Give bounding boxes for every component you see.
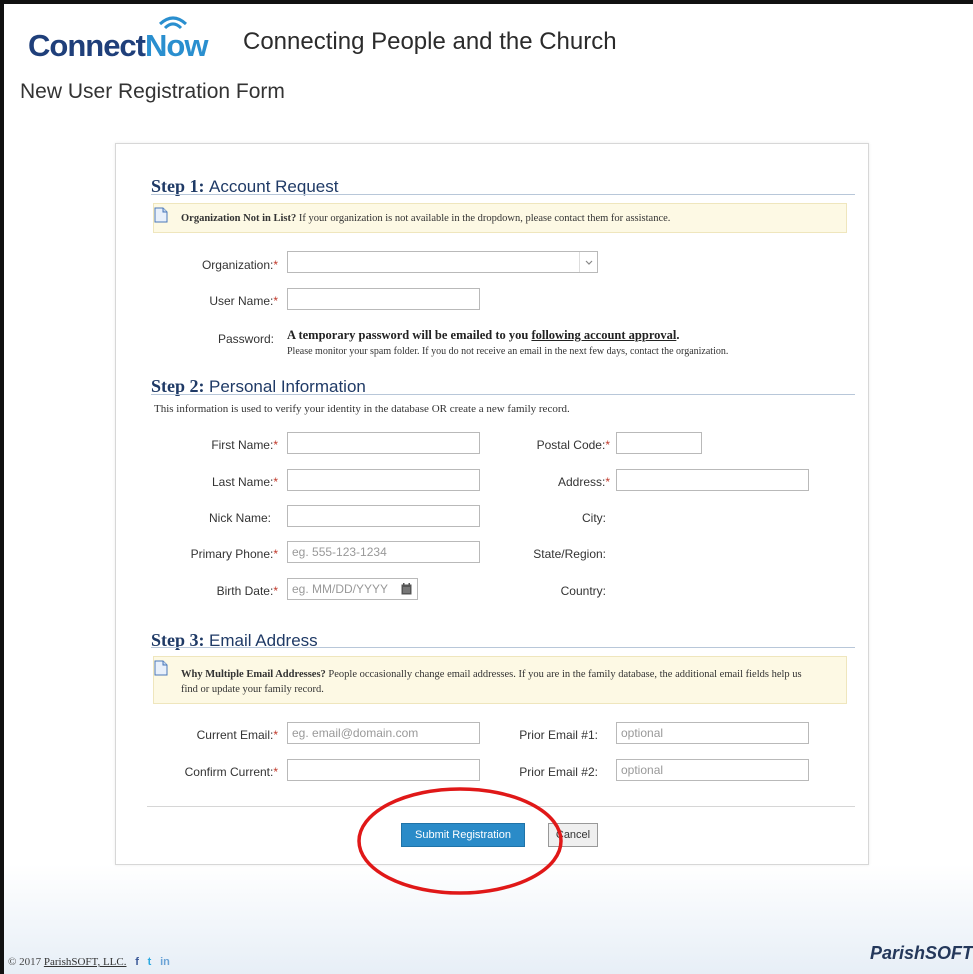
step2-label: Step 2: — [151, 376, 205, 396]
footer: © 2017 ParishSOFT, LLC. f t in — [8, 956, 170, 968]
prior-email1-input[interactable]: optional — [616, 722, 809, 744]
parishsoft-link[interactable]: ParishSOFT, LLC. — [44, 956, 127, 968]
note-bold: Organization Not in List? — [181, 213, 297, 224]
tagline: Connecting People and the Church — [243, 28, 617, 55]
postal-code-label: Postal Code:* — [536, 438, 610, 452]
address-label: Address:* — [557, 475, 610, 489]
note-icon — [154, 660, 168, 676]
username-input[interactable] — [287, 288, 480, 310]
postal-code-input[interactable] — [616, 432, 702, 454]
prior-email2-label: Prior Email #2: — [519, 765, 598, 779]
linkedin-icon[interactable]: in — [160, 956, 170, 968]
note-bold: Why Multiple Email Addresses? — [181, 669, 326, 680]
multiple-emails-note: Why Multiple Email Addresses? People occ… — [153, 656, 847, 704]
username-label: User Name:* — [209, 294, 278, 308]
first-name-input[interactable] — [287, 432, 480, 454]
step2-description: This information is used to verify your … — [154, 403, 570, 415]
facebook-icon[interactable]: f — [135, 956, 139, 968]
step1-divider — [151, 194, 855, 195]
wifi-icon — [158, 16, 188, 30]
nick-name-label: Nick Name: — [208, 511, 271, 525]
password-label: Password: — [217, 332, 274, 346]
confirm-current-label: Confirm Current:* — [184, 765, 278, 779]
cancel-button[interactable]: Cancel — [548, 823, 598, 847]
copyright-text: © 2017 — [8, 956, 44, 968]
last-name-input[interactable] — [287, 469, 480, 491]
primary-phone-label: Primary Phone:* — [190, 547, 278, 561]
account-approval-link[interactable]: following account approval — [531, 328, 676, 342]
address-input[interactable] — [616, 469, 809, 491]
note-icon — [154, 207, 168, 223]
last-name-label: Last Name:* — [211, 475, 278, 489]
organization-label: Organization:* — [201, 258, 278, 272]
form-bottom-divider — [147, 806, 855, 807]
city-label: City: — [582, 511, 606, 525]
step1-label: Step 1: — [151, 176, 205, 196]
prior-email2-input[interactable]: optional — [616, 759, 809, 781]
org-not-in-list-note: Organization Not in List? If your organi… — [153, 203, 847, 233]
birth-date-label: Birth Date:* — [216, 584, 278, 598]
note-text: If your organization is not available in… — [296, 213, 671, 224]
calendar-icon[interactable] — [401, 583, 412, 595]
birth-date-placeholder: eg. MM/DD/YYYY — [292, 582, 389, 596]
organization-select[interactable] — [287, 251, 598, 273]
password-info: A temporary password will be emailed to … — [287, 328, 680, 342]
country-label: Country: — [560, 584, 606, 598]
parishsoft-logo: ParishSOFT — [869, 943, 973, 963]
page-title: New User Registration Form — [20, 80, 285, 103]
birth-date-input[interactable]: eg. MM/DD/YYYY — [287, 578, 418, 600]
step3-divider — [151, 647, 855, 648]
first-name-label: First Name:* — [211, 438, 278, 452]
current-email-input[interactable]: eg. email@domain.com — [287, 722, 480, 744]
prior-email1-label: Prior Email #1: — [519, 728, 598, 742]
step2-divider — [151, 394, 855, 395]
twitter-icon[interactable]: t — [148, 956, 152, 968]
state-region-label: State/Region: — [533, 547, 606, 561]
password-subtext: Please monitor your spam folder. If you … — [287, 346, 729, 357]
nick-name-input[interactable] — [287, 505, 480, 527]
submit-registration-button[interactable]: Submit Registration — [401, 823, 525, 847]
current-email-label: Current Email:* — [196, 728, 278, 742]
logo-connect-text: Connect — [28, 28, 146, 63]
chevron-down-icon[interactable] — [579, 252, 597, 272]
confirm-current-input[interactable] — [287, 759, 480, 781]
primary-phone-input[interactable]: eg. 555-123-1234 — [287, 541, 480, 563]
